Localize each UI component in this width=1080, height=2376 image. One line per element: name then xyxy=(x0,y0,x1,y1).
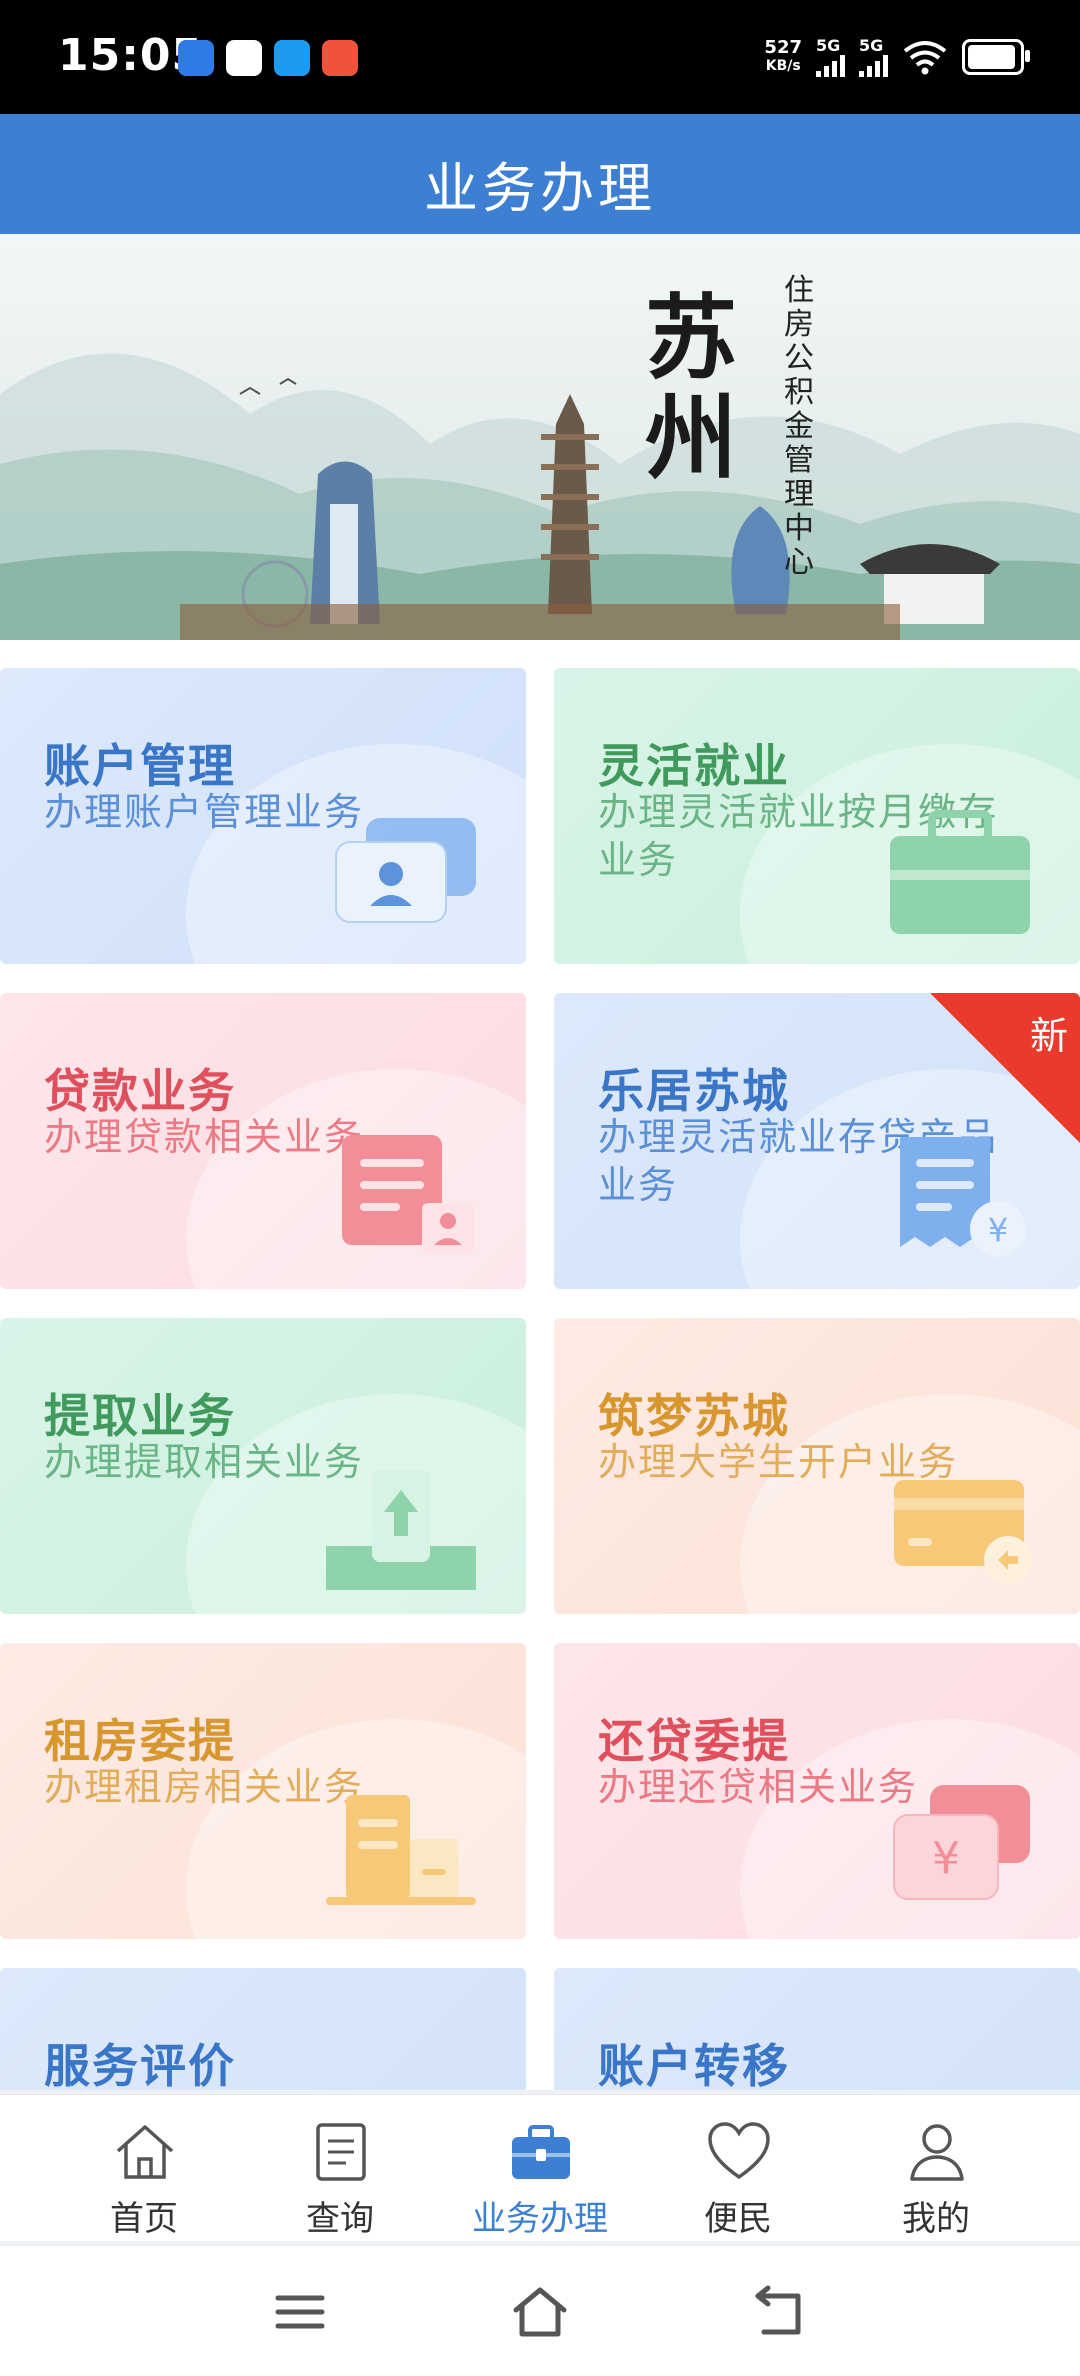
signal-1-label: 5G xyxy=(816,36,841,55)
card-title: 乐居苏城 xyxy=(598,1064,790,1118)
svg-text:¥: ¥ xyxy=(932,1833,960,1884)
banner-org-char: 心 xyxy=(784,545,814,580)
nav-query[interactable]: 查询 xyxy=(232,2095,448,2241)
app-notification-icon xyxy=(322,40,358,76)
card-title: 账户管理 xyxy=(44,739,236,793)
card-rent-withdrawal[interactable]: 租房委提 办理租房相关业务 xyxy=(0,1643,526,1939)
person-icon xyxy=(910,2124,964,2181)
card-title: 提取业务 xyxy=(44,1389,236,1443)
banner-org-char: 管 xyxy=(784,443,814,478)
yuan-wallet-icon: ¥ xyxy=(893,1785,1030,1900)
banner-org-char: 中 xyxy=(784,511,814,546)
app-header: 业务办理 xyxy=(0,114,1080,234)
nav-label: 便民 xyxy=(704,2199,772,2239)
nav-mine[interactable]: 我的 xyxy=(828,2095,1044,2241)
briefcase-icon xyxy=(512,2125,570,2179)
signal-bars-icon xyxy=(816,55,845,77)
svg-text:¥: ¥ xyxy=(988,1211,1008,1249)
card-repayment-withdrawal[interactable]: 还贷委提 办理还贷相关业务 ¥ xyxy=(554,1643,1080,1939)
card-zhumengsucheng[interactable]: 筑梦苏城 办理大学生开户业务 xyxy=(554,1318,1080,1614)
suzhou-skyline-illustration xyxy=(0,353,1080,640)
card-title: 账户转移 xyxy=(598,2039,790,2090)
banner-image[interactable]: 苏州 住 房 公 积 金 管 理 中 心 xyxy=(0,234,1080,640)
battery-icon xyxy=(962,38,1030,75)
system-home-icon[interactable] xyxy=(510,2282,570,2342)
home-icon xyxy=(116,2125,174,2179)
app-notification-icon xyxy=(178,40,214,76)
card-title: 还贷委提 xyxy=(598,1714,790,1768)
loan-document-icon xyxy=(342,1135,474,1253)
banner-org-char: 金 xyxy=(784,409,814,444)
signal-2: 5G xyxy=(859,36,888,77)
new-badge-label: 新 xyxy=(1029,1014,1068,1058)
withdraw-upload-icon xyxy=(326,1470,476,1590)
card-withdrawal-business[interactable]: 提取业务 办理提取相关业务 xyxy=(0,1318,526,1614)
new-badge: 新 xyxy=(930,993,1080,1143)
bottom-navigation: 首页 查询 业务办理 便民 我的 xyxy=(0,2094,1080,2241)
back-icon[interactable] xyxy=(750,2282,810,2342)
card-account-transfer[interactable]: 账户转移 xyxy=(554,1968,1080,2090)
signal-1: 5G xyxy=(816,36,845,77)
card-title: 灵活就业 xyxy=(598,739,790,793)
nav-label: 业务办理 xyxy=(472,2199,608,2239)
nav-convenience[interactable]: 便民 xyxy=(630,2095,846,2241)
net-speed: 527 KB/s xyxy=(764,36,802,75)
banner-org-name: 住 房 公 积 金 管 理 中 心 xyxy=(784,274,820,580)
card-title: 贷款业务 xyxy=(44,1064,236,1118)
banner-org-char: 公 xyxy=(784,341,814,376)
card-account-management[interactable]: 账户管理 办理账户管理业务 xyxy=(0,668,526,964)
nav-home[interactable]: 首页 xyxy=(36,2095,252,2241)
banner-org-char: 房 xyxy=(784,307,814,342)
page-title: 业务办理 xyxy=(424,157,656,220)
service-grid: 账户管理 办理账户管理业务 灵活就业 办理灵活就业按月缴存业务 贷款业务 办理贷… xyxy=(0,640,1080,2090)
banner-org-char: 理 xyxy=(784,477,814,512)
status-bar: 15:05 527 KB/s 5G 5G xyxy=(0,0,1080,114)
card-loan-business[interactable]: 贷款业务 办理贷款相关业务 xyxy=(0,993,526,1289)
card-title: 租房委提 xyxy=(44,1714,236,1768)
briefcase-icon xyxy=(890,810,1030,934)
net-speed-value: 527 xyxy=(764,36,802,58)
card-lejusucheng[interactable]: 乐居苏城 办理灵活就业存贷产品业务 ¥ 新 xyxy=(554,993,1080,1289)
banner-org-char: 住 xyxy=(784,273,814,308)
message-app-icon xyxy=(274,40,310,76)
wifi-icon xyxy=(903,40,947,74)
nav-business[interactable]: 业务办理 xyxy=(432,2095,648,2241)
card-service-evaluation[interactable]: 服务评价 xyxy=(0,1968,526,2090)
rent-building-icon xyxy=(326,1795,476,1905)
qq-icon xyxy=(226,40,262,76)
nav-label: 我的 xyxy=(902,2199,970,2239)
net-speed-unit: KB/s xyxy=(765,57,801,74)
id-card-icon xyxy=(335,818,476,923)
menu-icon[interactable] xyxy=(270,2282,330,2342)
signal-2-label: 5G xyxy=(859,36,884,55)
banner-city-name: 苏州 xyxy=(645,284,738,492)
nav-label: 查询 xyxy=(306,2199,374,2239)
document-list-icon xyxy=(316,2123,366,2181)
card-title: 服务评价 xyxy=(44,2039,236,2090)
signal-bars-icon xyxy=(859,55,888,77)
banner-org-char: 积 xyxy=(784,375,814,410)
card-flexible-employment[interactable]: 灵活就业 办理灵活就业按月缴存业务 xyxy=(554,668,1080,964)
bank-card-icon xyxy=(894,1480,1032,1584)
system-navigation-bar xyxy=(0,2246,1080,2376)
receipt-yuan-icon: ¥ xyxy=(900,1137,1026,1257)
nav-label: 首页 xyxy=(110,2199,178,2239)
heart-icon xyxy=(708,2122,770,2180)
notification-icons xyxy=(178,40,358,76)
card-title: 筑梦苏城 xyxy=(598,1389,790,1443)
status-indicators: 527 KB/s 5G 5G xyxy=(764,36,1030,77)
